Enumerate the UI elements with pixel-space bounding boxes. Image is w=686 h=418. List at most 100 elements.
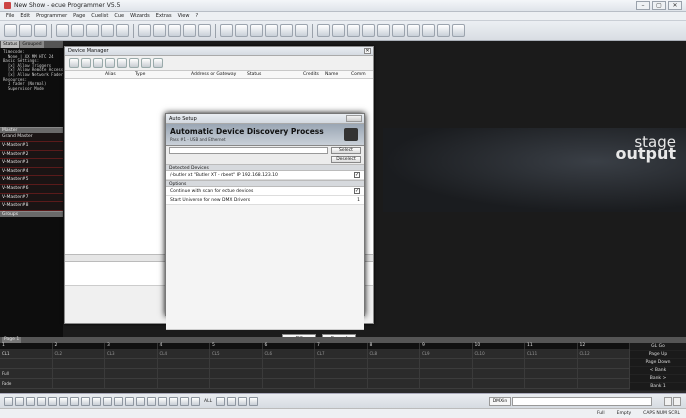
list-icon[interactable] xyxy=(15,396,24,406)
fader-cell[interactable] xyxy=(420,379,473,388)
column-name[interactable]: Name xyxy=(325,71,351,78)
save-show-icon[interactable] xyxy=(34,24,47,37)
device-manager-close-button[interactable]: ✕ xyxy=(364,48,371,54)
column-credits[interactable]: Credits xyxy=(303,71,325,78)
device-icon[interactable] xyxy=(86,24,99,37)
new-device-icon[interactable] xyxy=(69,58,79,68)
monitor-icon[interactable] xyxy=(220,24,233,37)
effect-icon[interactable] xyxy=(332,24,345,37)
circle-icon[interactable] xyxy=(59,396,68,406)
bank-1-button[interactable]: Bank 1 xyxy=(630,383,686,391)
detected-device-checkbox[interactable]: ✓ xyxy=(354,172,360,178)
grid-icon[interactable] xyxy=(158,396,167,406)
column-type[interactable]: Type xyxy=(135,71,191,78)
menu-cuelist[interactable]: Cuelist xyxy=(91,13,108,19)
fader-cell[interactable] xyxy=(368,359,420,368)
fader-cell[interactable] xyxy=(315,369,368,378)
mixer-icon[interactable] xyxy=(362,24,375,37)
menu-file[interactable]: File xyxy=(6,13,14,19)
fader-cell[interactable] xyxy=(158,379,210,388)
v-master-4[interactable]: V-Master#4 xyxy=(0,167,63,177)
fader-cell[interactable] xyxy=(53,369,105,378)
color-icon[interactable] xyxy=(407,24,420,37)
continue-scan-row[interactable]: Continue with scan for ectue devices ✓ xyxy=(166,187,364,196)
fader-cell[interactable] xyxy=(105,379,158,388)
dmx-in-button[interactable]: DMXin xyxy=(489,397,511,406)
v-master-3[interactable]: V-Master#3 xyxy=(0,159,63,168)
rectangle-icon[interactable] xyxy=(48,396,57,406)
row-icon[interactable] xyxy=(180,396,189,406)
polyline-icon[interactable] xyxy=(92,396,101,406)
deselect-button[interactable]: Deselect xyxy=(331,156,361,163)
v-master-8[interactable]: V-Master#8 xyxy=(0,202,63,211)
fader-cell[interactable] xyxy=(473,379,525,388)
fader-cell[interactable] xyxy=(158,359,210,368)
fader-cell[interactable]: CL12 xyxy=(578,349,630,358)
device-settings-icon[interactable] xyxy=(129,58,139,68)
fader-cell[interactable] xyxy=(578,369,630,378)
fader-cell[interactable] xyxy=(210,359,263,368)
fader-cell[interactable] xyxy=(578,359,630,368)
close-button[interactable]: ✕ xyxy=(668,1,682,10)
fader-cell[interactable] xyxy=(210,369,263,378)
fader-cell[interactable]: CL4 xyxy=(158,349,210,358)
column-alias[interactable]: Alias xyxy=(105,71,135,78)
snap-icon[interactable] xyxy=(147,396,156,406)
fader-cell[interactable]: CL10 xyxy=(473,349,525,358)
detected-device-row[interactable]: /-butler xt "Butler XT - rbeet" IP 192.1… xyxy=(166,171,364,180)
column-icon[interactable] xyxy=(191,396,200,406)
execute-button[interactable] xyxy=(673,397,681,406)
mirror-icon[interactable] xyxy=(136,396,145,406)
fader-cell[interactable] xyxy=(525,369,578,378)
fixture-icon[interactable] xyxy=(71,24,84,37)
menu-help[interactable]: ? xyxy=(195,13,198,19)
v-master-7[interactable]: V-Master#7 xyxy=(0,193,63,203)
page-up-button[interactable]: Page Up xyxy=(630,351,686,359)
start-universe-value[interactable]: 1 xyxy=(357,198,360,203)
fader-cell[interactable] xyxy=(210,379,263,388)
v-master-1[interactable]: V-Master#1 xyxy=(0,141,63,151)
dropdown-button[interactable] xyxy=(664,397,672,406)
fader-cell[interactable] xyxy=(473,369,525,378)
column-address[interactable]: Address or Gateway xyxy=(191,71,247,78)
view-icon[interactable] xyxy=(4,396,13,406)
filter-field[interactable] xyxy=(169,147,328,154)
device-network-icon[interactable] xyxy=(141,58,151,68)
scan-devices-icon[interactable] xyxy=(117,58,127,68)
fader-cell[interactable] xyxy=(368,379,420,388)
fader-cell[interactable]: CL8 xyxy=(368,349,420,358)
cue-icon[interactable] xyxy=(198,24,211,37)
device-info-icon[interactable] xyxy=(153,58,163,68)
grid-icon[interactable] xyxy=(280,24,293,37)
line-icon[interactable] xyxy=(81,396,90,406)
minimize-button[interactable]: – xyxy=(636,1,650,10)
odd-icon[interactable] xyxy=(238,396,248,406)
auto-setup-close-button[interactable] xyxy=(346,115,362,122)
grand-master[interactable]: Grand Master xyxy=(0,133,63,142)
curve-icon[interactable] xyxy=(114,396,123,406)
gl-go-button[interactable]: GL Go xyxy=(630,343,686,351)
stage-icon[interactable] xyxy=(347,24,360,37)
fader-cell[interactable] xyxy=(420,369,473,378)
open-show-icon[interactable] xyxy=(19,24,32,37)
pen-icon[interactable] xyxy=(153,24,166,37)
v-master-2[interactable]: V-Master#2 xyxy=(0,150,63,160)
stop-icon[interactable] xyxy=(250,24,263,37)
save-device-icon[interactable] xyxy=(93,58,103,68)
command-input[interactable] xyxy=(512,397,652,406)
fader-cell[interactable] xyxy=(315,379,368,388)
fader-cell[interactable] xyxy=(525,359,578,368)
menu-view[interactable]: View xyxy=(178,13,190,19)
matrix-icon[interactable] xyxy=(169,396,178,406)
macro-icon[interactable] xyxy=(377,24,390,37)
fader-cell[interactable]: CL5 xyxy=(210,349,263,358)
menu-programmer[interactable]: Programmer xyxy=(36,13,67,19)
fader-cell[interactable] xyxy=(263,359,315,368)
fader-cell[interactable]: CL9 xyxy=(420,349,473,358)
palette-icon[interactable] xyxy=(317,24,330,37)
invert-selection-icon[interactable] xyxy=(227,396,237,406)
menu-extras[interactable]: Extras xyxy=(156,13,172,19)
fader-cell[interactable]: CL11 xyxy=(525,349,578,358)
menu-cue[interactable]: Cue xyxy=(114,13,124,19)
fader-cell[interactable] xyxy=(158,369,210,378)
